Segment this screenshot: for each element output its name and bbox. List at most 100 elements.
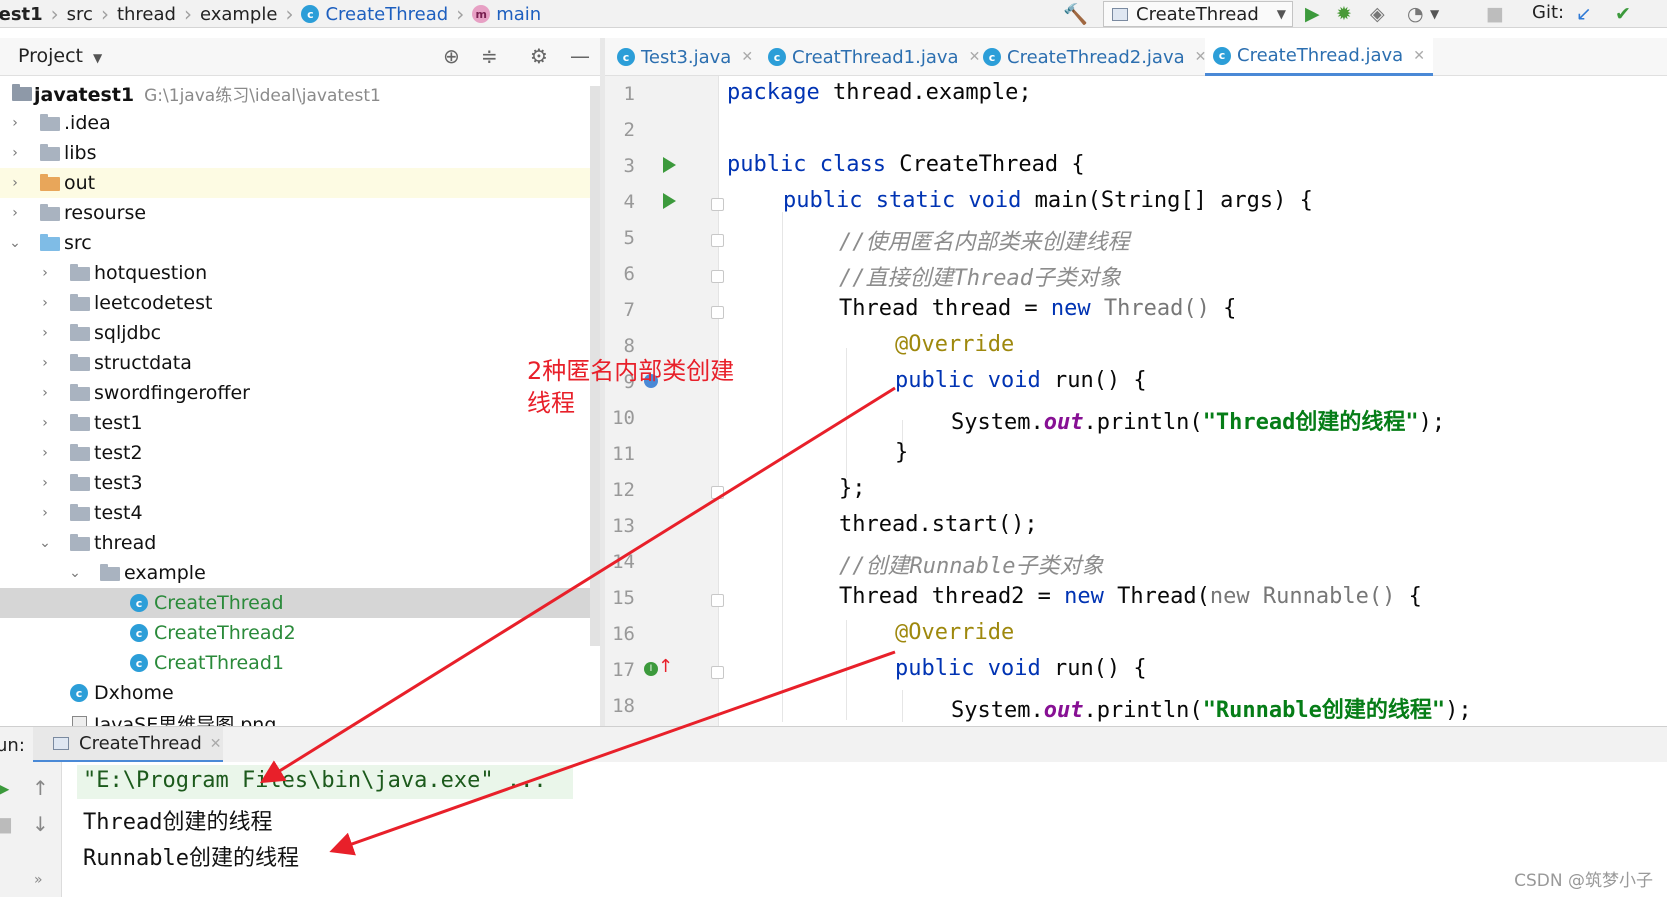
method-icon: m xyxy=(472,5,491,23)
tree-item-src[interactable]: ⌄ src xyxy=(0,228,600,258)
close-icon[interactable]: ✕ xyxy=(969,49,981,65)
build-hammer-icon[interactable]: 🔨 xyxy=(1063,2,1088,26)
run-gutter-icon[interactable] xyxy=(663,193,676,209)
breadcrumb-item-project[interactable]: test1 xyxy=(0,4,43,25)
tree-item-package-thread[interactable]: ⌄ thread xyxy=(0,528,600,558)
tree-item-class[interactable]: c Dxhome xyxy=(0,678,600,708)
fold-icon[interactable] xyxy=(711,306,724,319)
tree-item-package[interactable]: › test1 xyxy=(0,408,600,438)
fold-icon[interactable] xyxy=(711,198,724,211)
chevron-right-icon[interactable]: › xyxy=(38,385,52,401)
tree-item-package[interactable]: › sqljdbc xyxy=(0,318,600,348)
fold-icon[interactable] xyxy=(711,234,724,247)
code-token: Runnable() xyxy=(1249,584,1396,609)
chevron-right-icon[interactable]: › xyxy=(38,505,52,521)
tree-item-package[interactable]: › test2 xyxy=(0,438,600,468)
tab-test3[interactable]: c Test3.java ✕ xyxy=(617,38,753,76)
code-token: new xyxy=(1064,584,1104,609)
minimize-icon[interactable]: — xyxy=(570,44,590,68)
stop-icon[interactable]: ■ xyxy=(0,812,13,836)
tree-item-package[interactable]: › swordfingeroffer xyxy=(0,378,600,408)
arrow-up-icon[interactable]: ↑ xyxy=(32,776,49,800)
git-update-arrow-icon[interactable]: ↙ xyxy=(1576,3,1592,25)
tree-item-class[interactable]: c CreateThread2 xyxy=(0,618,600,648)
locate-target-icon[interactable]: ⊕ xyxy=(443,44,460,68)
tab-createthread2[interactable]: c CreateThread2.java ✕ xyxy=(983,38,1206,76)
fold-icon[interactable] xyxy=(711,270,724,283)
folder-icon xyxy=(40,114,60,131)
collapse-all-icon[interactable]: ≑ xyxy=(481,44,498,68)
tree-item-package[interactable]: › hotquestion xyxy=(0,258,600,288)
tree-item-package-example[interactable]: ⌄ example xyxy=(0,558,600,588)
chevron-right-icon[interactable]: › xyxy=(38,325,52,341)
code-token: { xyxy=(1395,584,1422,609)
more-actions-icon[interactable]: » xyxy=(34,872,43,888)
chevron-down-icon[interactable]: ⌄ xyxy=(68,565,82,581)
implements-gutter-icon[interactable]: I xyxy=(644,662,658,676)
tree-item-root[interactable]: javatest1 G:\1java练习\ideal\javatest1 xyxy=(0,78,600,108)
chevron-right-icon[interactable]: › xyxy=(38,295,52,311)
close-icon[interactable]: ✕ xyxy=(210,736,222,752)
chevron-right-icon[interactable]: › xyxy=(38,415,52,431)
project-header: Project ▼ ⊕ ≑ ⚙ — xyxy=(0,38,600,76)
chevron-right-icon[interactable]: › xyxy=(8,205,22,221)
tree-item-class[interactable]: c CreatThread1 xyxy=(0,648,600,678)
close-icon[interactable]: ✕ xyxy=(1413,48,1425,64)
indent-guide xyxy=(846,348,847,478)
git-commit-check-icon[interactable]: ✔ xyxy=(1615,3,1631,25)
tree-item-file[interactable]: JavaSE思维导图.png xyxy=(0,708,600,726)
code-token: package xyxy=(727,80,820,105)
tree-item-class-selected[interactable]: c CreateThread xyxy=(0,588,600,618)
tree-item-resourse[interactable]: › resourse xyxy=(0,198,600,228)
chevron-right-icon[interactable]: › xyxy=(8,175,22,191)
tab-createthread[interactable]: c CreateThread.java ✕ xyxy=(1205,38,1433,76)
line-number: 5 xyxy=(623,227,635,249)
breadcrumb-item-thread[interactable]: thread xyxy=(117,4,176,25)
stop-icon[interactable]: ■ xyxy=(1486,3,1504,25)
breadcrumb-item-class[interactable]: c CreateThread xyxy=(301,4,448,25)
rerun-icon[interactable]: ▶ xyxy=(0,776,9,800)
breadcrumb-item-src[interactable]: src xyxy=(67,4,93,25)
chevron-down-icon[interactable]: ▼ xyxy=(1430,3,1439,25)
fold-icon[interactable] xyxy=(711,666,724,679)
chevron-right-icon[interactable]: › xyxy=(8,115,22,131)
line-number: 17 xyxy=(612,659,635,681)
close-icon[interactable]: ✕ xyxy=(741,49,753,65)
chevron-right-icon[interactable]: › xyxy=(38,475,52,491)
source-folder-icon xyxy=(40,234,60,251)
chevron-down-icon[interactable]: ⌄ xyxy=(8,235,22,251)
chevron-down-icon[interactable]: ⌄ xyxy=(38,535,52,551)
run-gutter-icon[interactable] xyxy=(663,157,676,173)
project-view-selector[interactable]: Project ▼ xyxy=(18,45,102,67)
tree-item-label: .idea xyxy=(64,112,111,134)
class-icon: c xyxy=(130,654,148,672)
tree-item-idea[interactable]: › .idea xyxy=(0,108,600,138)
fold-icon[interactable] xyxy=(711,486,724,499)
coverage-shield-icon[interactable]: ◈ xyxy=(1370,3,1385,25)
tree-item-libs[interactable]: › libs xyxy=(0,138,600,168)
run-icon[interactable]: ▶ xyxy=(1305,3,1320,25)
code-annotation: @Override xyxy=(895,332,1015,357)
arrow-down-icon[interactable]: ↓ xyxy=(32,812,49,836)
tree-item-package[interactable]: › test4 xyxy=(0,498,600,528)
tree-item-out[interactable]: › out xyxy=(0,168,600,198)
gear-icon[interactable]: ⚙ xyxy=(530,44,548,68)
debug-bug-icon[interactable]: ✹ xyxy=(1336,3,1352,25)
tree-item-package[interactable]: › test3 xyxy=(0,468,600,498)
breadcrumb-label: test1 xyxy=(0,3,43,25)
tree-item-package[interactable]: › structdata xyxy=(0,348,600,378)
breadcrumb-item-example[interactable]: example xyxy=(200,4,277,25)
tab-creatthread1[interactable]: c CreatThread1.java ✕ xyxy=(768,38,980,76)
tree-item-label: resourse xyxy=(64,202,147,224)
chevron-right-icon[interactable]: › xyxy=(8,145,22,161)
navigation-bar: test1 › src › thread › example › c Create… xyxy=(0,0,1667,28)
chevron-right-icon[interactable]: › xyxy=(38,445,52,461)
breadcrumb-item-method[interactable]: m main xyxy=(472,4,541,25)
chevron-right-icon[interactable]: › xyxy=(38,265,52,281)
tree-item-package[interactable]: › leetcodetest xyxy=(0,288,600,318)
profiler-icon[interactable]: ◔ xyxy=(1407,3,1424,25)
run-configuration-select[interactable]: CreateThread ▼ xyxy=(1103,1,1293,27)
run-tab[interactable]: CreateThread ✕ xyxy=(33,727,223,763)
fold-icon[interactable] xyxy=(711,594,724,607)
chevron-right-icon[interactable]: › xyxy=(38,355,52,371)
